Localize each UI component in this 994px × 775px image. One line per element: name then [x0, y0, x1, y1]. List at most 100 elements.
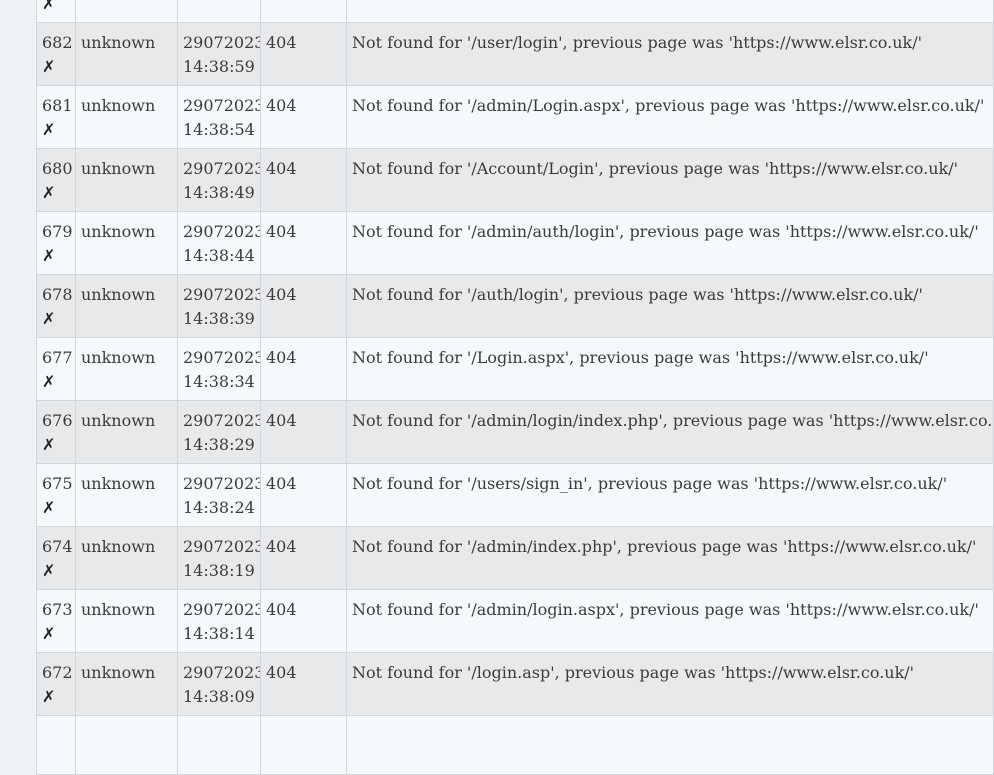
row-id-cell: 674 ✗: [36, 526, 76, 590]
row-id: 675: [42, 474, 73, 493]
row-id-cell: 683✗: [36, 0, 76, 23]
row-id-cell: 678 ✗: [36, 274, 76, 338]
time-value: 14:38:44: [183, 246, 255, 265]
row-id: 672: [42, 663, 73, 682]
table-row: 680 ✗ unknown 29072023 14:38:49 404 Not found …: [36, 148, 994, 212]
delete-icon[interactable]: ✗: [42, 433, 70, 457]
user-cell: unknown: [75, 400, 178, 464]
user-cell: unknown: [75, 0, 178, 23]
date-value: 29072023: [183, 33, 261, 52]
table-row: [36, 715, 994, 775]
time-value: 14:38:49: [183, 183, 255, 202]
row-id: 674: [42, 537, 73, 556]
row-id-cell: 672 ✗: [36, 652, 76, 716]
status-code-cell: 404: [260, 337, 347, 401]
datetime-cell: 29072023 14:38:59: [177, 22, 261, 86]
time-value: 14:38:29: [183, 435, 255, 454]
date-value: 29072023: [183, 663, 261, 682]
log-table-body: 683✗unknown14:39:04682✗unknown2907202314…: [36, 0, 994, 775]
status-code-cell: 404: [260, 526, 347, 590]
datetime-cell: 29072023 14:38:19: [177, 526, 261, 590]
row-id-cell: 673 ✗: [36, 589, 76, 653]
datetime-cell: [177, 715, 261, 775]
datetime-cell: 29072023 14:38:54: [177, 85, 261, 149]
log-table: 683✗unknown14:39:04682✗unknown2907202314…: [36, 0, 994, 775]
delete-icon[interactable]: ✗: [42, 181, 70, 205]
message-cell: Not found for '/admin/login.aspx', previ…: [346, 589, 994, 653]
user-cell: unknown: [75, 526, 178, 590]
table-row: 679 ✗ unknown 29072023 14:38:44 404 Not found …: [36, 211, 994, 275]
datetime-cell: 29072023 14:38:09: [177, 652, 261, 716]
time-value: 14:38:54: [183, 120, 255, 139]
delete-icon[interactable]: ✗: [42, 55, 70, 79]
status-code-cell: 404: [260, 400, 347, 464]
row-id-cell: [36, 715, 76, 775]
datetime-cell: 29072023 14:38:14: [177, 589, 261, 653]
date-value: 29072023: [183, 474, 261, 493]
status-code-cell: [260, 715, 347, 775]
datetime-cell: 29072023 14:38:49: [177, 148, 261, 212]
status-code-cell: 404: [260, 589, 347, 653]
row-id-cell: 679 ✗: [36, 211, 76, 275]
table-row: 677 ✗ unknown 29072023 14:38:34 404 Not found …: [36, 337, 994, 401]
datetime-cell: 29072023 14:38:29: [177, 400, 261, 464]
date-value: 29072023: [183, 600, 261, 619]
date-value: 29072023: [183, 348, 261, 367]
log-table-container: 683✗unknown14:39:04682✗unknown2907202314…: [36, 0, 994, 775]
date-value: 29072023: [183, 285, 261, 304]
row-id-cell: 680 ✗: [36, 148, 76, 212]
status-code-cell: 404: [260, 463, 347, 527]
user-cell: unknown: [75, 211, 178, 275]
delete-icon[interactable]: ✗: [42, 559, 70, 583]
time-value: 14:38:09: [183, 687, 255, 706]
table-row: 676 ✗ unknown 29072023 14:38:29 404 Not found …: [36, 400, 994, 464]
row-id: 676: [42, 411, 73, 430]
delete-icon[interactable]: ✗: [42, 685, 70, 709]
datetime-cell: 29072023 14:38:44: [177, 211, 261, 275]
status-code-cell: 404: [260, 85, 347, 149]
time-value: 14:38:39: [183, 309, 255, 328]
delete-icon[interactable]: ✗: [42, 370, 70, 394]
delete-icon[interactable]: ✗: [42, 307, 70, 331]
message-cell: Not found for '/Account/Login', previous…: [346, 148, 994, 212]
date-value: 29072023: [183, 411, 261, 430]
user-cell: unknown: [75, 274, 178, 338]
datetime-cell: 29072023 14:38:24: [177, 463, 261, 527]
row-id: 682: [42, 33, 73, 52]
table-row: 674 ✗ unknown 29072023 14:38:19 404 Not found …: [36, 526, 994, 590]
datetime-cell: 14:39:04: [177, 0, 261, 23]
time-value: 14:38:59: [183, 57, 255, 76]
row-id-cell: 676 ✗: [36, 400, 76, 464]
row-id-cell: 681 ✗: [36, 85, 76, 149]
delete-icon[interactable]: ✗: [42, 0, 70, 16]
user-cell: unknown: [75, 589, 178, 653]
user-cell: unknown: [75, 148, 178, 212]
time-value: 14:38:14: [183, 624, 255, 643]
datetime-cell: 29072023 14:38:34: [177, 337, 261, 401]
row-id-cell: 677 ✗: [36, 337, 76, 401]
table-row: 672 ✗ unknown 29072023 14:38:09 404 Not found …: [36, 652, 994, 716]
message-cell: [346, 0, 994, 23]
status-code-cell: 404: [260, 211, 347, 275]
message-cell: Not found for '/users/sign_in', previous…: [346, 463, 994, 527]
delete-icon[interactable]: ✗: [42, 244, 70, 268]
row-id-cell: 675 ✗: [36, 463, 76, 527]
time-value: 14:38:34: [183, 372, 255, 391]
message-cell: Not found for '/user/login', previous pa…: [346, 22, 994, 86]
date-value: 29072023: [183, 159, 261, 178]
row-id: 679: [42, 222, 73, 241]
delete-icon[interactable]: ✗: [42, 622, 70, 646]
user-cell: unknown: [75, 85, 178, 149]
delete-icon[interactable]: ✗: [42, 496, 70, 520]
table-row: 681 ✗ unknown 29072023 14:38:54 404 Not found …: [36, 85, 994, 149]
table-row: 675 ✗ unknown 29072023 14:38:24 404 Not found …: [36, 463, 994, 527]
status-code-cell: 404: [260, 652, 347, 716]
row-id-cell: 682 ✗: [36, 22, 76, 86]
status-code-cell: 404: [260, 274, 347, 338]
date-value: 29072023: [183, 537, 261, 556]
table-row: 683✗unknown14:39:04: [36, 0, 994, 23]
message-cell: Not found for '/Login.aspx', previous pa…: [346, 337, 994, 401]
row-id: 680: [42, 159, 73, 178]
delete-icon[interactable]: ✗: [42, 118, 70, 142]
message-cell: Not found for '/admin/auth/login', previ…: [346, 211, 994, 275]
